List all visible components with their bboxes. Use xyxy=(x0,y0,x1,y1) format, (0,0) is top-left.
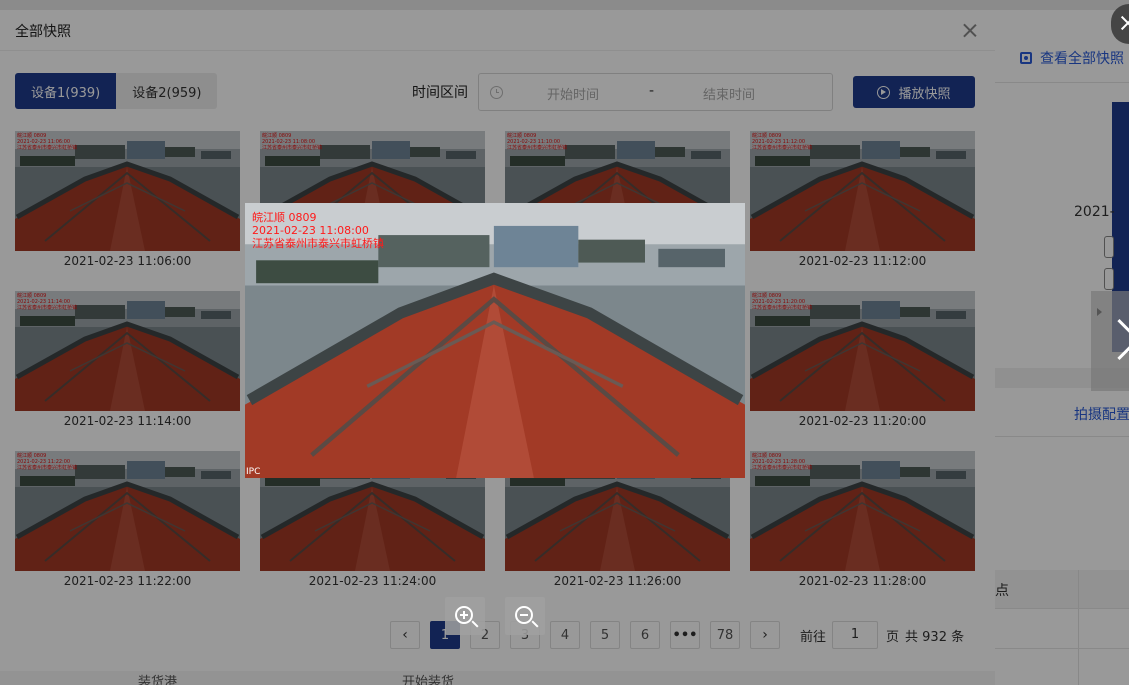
chevron-right-icon xyxy=(1097,308,1102,316)
preview-stamp-time: 2021-02-23 11:08:00 xyxy=(252,224,369,237)
viewer-next-button[interactable] xyxy=(1091,291,1129,391)
preview-ipc-label: IPC xyxy=(246,467,261,477)
zoom-out-button[interactable] xyxy=(505,597,545,635)
preview-stamp: 皖江顺 0809 2021-02-23 11:08:00 江苏省泰州市泰兴市虹桥… xyxy=(252,211,384,250)
zoom-in-button[interactable] xyxy=(445,597,485,635)
snapshot-preview: 皖江顺 0809 2021-02-23 11:08:00 江苏省泰州市泰兴市虹桥… xyxy=(245,203,745,478)
preview-stamp-location: 江苏省泰州市泰兴市虹桥镇 xyxy=(252,237,384,250)
preview-stamp-vessel: 皖江顺 0809 xyxy=(252,211,317,224)
